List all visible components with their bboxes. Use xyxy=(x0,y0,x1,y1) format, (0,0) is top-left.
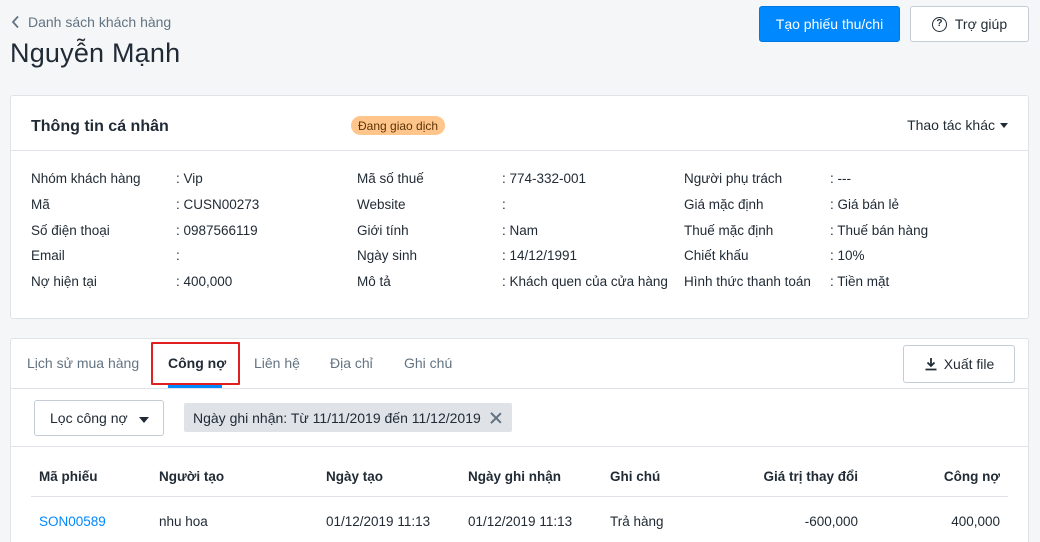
debt-table: Mã phiếu Người tạo Ngày tạo Ngày ghi nhậ… xyxy=(31,447,1008,542)
info-value: : 400,000 xyxy=(176,274,233,290)
table-cell: 01/12/2019 11:13 xyxy=(468,514,573,529)
table-cell: Trả hàng xyxy=(610,514,664,529)
customer-detail-tabs-card: Lịch sử mua hàng Công nợ Liên hệ Địa chỉ… xyxy=(10,338,1029,542)
info-row: Email: xyxy=(31,248,259,274)
info-label: Người phụ trách xyxy=(684,171,783,186)
info-value: : Khách quen của cửa hàng xyxy=(502,274,668,290)
info-value: : Tiền mặt xyxy=(830,274,890,290)
back-link-label: Danh sách khách hàng xyxy=(28,14,172,30)
back-link[interactable]: Danh sách khách hàng xyxy=(10,14,171,30)
more-actions-dropdown[interactable]: Thao tác khác xyxy=(907,117,1008,133)
date-filter-chip: Ngày ghi nhận: Từ 11/11/2019 đến 11/12/2… xyxy=(184,403,512,432)
status-badge: Đang giao dịch xyxy=(351,116,446,135)
info-row: Nhóm khách hàng : Vip xyxy=(31,171,259,197)
info-row: Nợ hiện tại : 400,000 xyxy=(31,274,259,300)
info-row: Mô tả : Khách quen của cửa hàng xyxy=(357,274,668,300)
info-value: : 0987566119 xyxy=(176,222,258,238)
info-row: Giá mặc định : Giá bán lẻ xyxy=(684,197,928,223)
info-label: Số điện thoại xyxy=(31,222,110,238)
info-row: Thuế mặc định : Thuế bán hàng xyxy=(684,223,928,249)
help-button-label: Trợ giúp xyxy=(954,16,1008,32)
more-actions-label: Thao tác khác xyxy=(907,117,995,133)
info-row: Mã số thuế : 774-332-001 xyxy=(357,171,668,197)
info-label: Hình thức thanh toán xyxy=(684,274,811,290)
info-column-3: Người phụ trách : --- Giá mặc định : Giá b… xyxy=(684,171,928,300)
info-value: : Thuế bán hàng xyxy=(830,222,929,238)
info-value: : xyxy=(502,196,506,212)
info-row: Giới tính : Nam xyxy=(357,223,668,249)
caret-down-icon xyxy=(1000,123,1008,128)
info-label: Chiết khấu xyxy=(684,248,749,264)
personal-info-title: Thông tin cá nhân xyxy=(31,118,169,135)
info-label: Mã số thuế xyxy=(357,171,424,186)
create-receipt-button[interactable]: Tạo phiếu thu/chi xyxy=(759,6,900,42)
info-value: : Nam xyxy=(502,222,539,238)
info-label: Giá mặc định xyxy=(684,196,764,212)
info-label: Mô tả xyxy=(357,274,391,290)
table-cell: -600,000 xyxy=(804,514,858,529)
info-value: : 774-332-001 xyxy=(502,171,587,186)
filter-bar: Lọc công nợ Ngày ghi nhận: Từ 11/11/2019… xyxy=(11,389,1028,447)
column-header: Giá trị thay đổi xyxy=(763,469,858,484)
info-row: Mã : CUSN00273 xyxy=(31,197,259,223)
column-header: Công nợ xyxy=(943,469,1000,484)
export-file-label: Xuất file xyxy=(943,356,995,372)
info-label: Ngày sinh xyxy=(357,248,418,264)
info-label: Thuế mặc định xyxy=(684,222,774,238)
info-label: Nợ hiện tại xyxy=(31,274,97,290)
debt-filter-label: Lọc công nợ xyxy=(50,410,128,426)
voucher-code-link[interactable]: SON00589 xyxy=(39,514,106,529)
active-tab-underline xyxy=(168,385,222,388)
info-row: Ngày sinh : 14/12/1991 xyxy=(357,248,668,274)
tab-contacts[interactable]: Liên hệ xyxy=(254,355,300,371)
info-column-2: Mã số thuế : 774-332-001 Website: Giới tí… xyxy=(357,171,668,300)
info-value: : --- xyxy=(830,171,851,186)
table-cell: nhu hoa xyxy=(159,514,208,529)
export-file-button[interactable]: Xuất file xyxy=(903,345,1015,383)
info-value: : xyxy=(176,248,180,264)
column-header: Ngày tạo xyxy=(326,469,384,484)
info-value: : CUSN00273 xyxy=(176,196,260,212)
column-header: Người tạo xyxy=(159,469,225,484)
info-label: Website xyxy=(357,196,406,212)
tab-debt[interactable]: Công nợ xyxy=(168,355,226,371)
chevron-left-icon xyxy=(11,15,19,29)
table-header: Mã phiếu Người tạo Ngày tạo Ngày ghi nhậ… xyxy=(31,447,1008,497)
tab-notes[interactable]: Ghi chú xyxy=(404,355,452,371)
table-cell: 400,000 xyxy=(951,514,1000,529)
info-row: Hình thức thanh toán : Tiền mặt xyxy=(684,274,928,300)
info-label: Mã xyxy=(31,196,50,212)
date-filter-chip-label: Ngày ghi nhận: Từ 11/11/2019 đến 11/12/2… xyxy=(193,409,481,426)
column-header: Ghi chú xyxy=(610,469,661,484)
info-row: Chiết khấu : 10% xyxy=(684,248,928,274)
caret-down-icon xyxy=(139,417,149,423)
info-row: Website: xyxy=(357,197,668,223)
info-row: Số điện thoại : 0987566119 xyxy=(31,223,259,249)
tab-addresses[interactable]: Địa chỉ xyxy=(330,355,373,371)
debt-filter-select[interactable]: Lọc công nợ xyxy=(34,400,164,436)
table-row[interactable]: SON00589 nhu hoa 01/12/2019 11:13 01/12/… xyxy=(31,497,1008,542)
personal-info-card: Thông tin cá nhân Đang giao dịch Thao tá… xyxy=(10,95,1029,319)
info-column-1: Nhóm khách hàng : Vip Mã : CUSN00273 Số đi… xyxy=(31,171,259,300)
info-row: Người phụ trách : --- xyxy=(684,171,928,197)
info-value: : 14/12/1991 xyxy=(502,248,578,264)
info-value: : Vip xyxy=(176,171,203,186)
info-label: Giới tính xyxy=(357,222,409,238)
help-button[interactable]: ? Trợ giúp xyxy=(910,6,1029,42)
info-value: : Giá bán lẻ xyxy=(830,196,900,212)
column-header: Ngày ghi nhận xyxy=(468,469,562,484)
question-icon: ? xyxy=(931,16,947,32)
close-icon[interactable] xyxy=(490,412,502,424)
tab-purchase-history[interactable]: Lịch sử mua hàng xyxy=(27,355,139,371)
personal-info-header: Thông tin cá nhân Đang giao dịch Thao tá… xyxy=(11,96,1028,151)
table-cell: 01/12/2019 11:13 xyxy=(326,514,431,529)
download-icon xyxy=(925,358,937,371)
tab-bar: Lịch sử mua hàng Công nợ Liên hệ Địa chỉ… xyxy=(11,339,1028,389)
page-title: Nguyễn Mạnh xyxy=(10,38,181,68)
info-label: Email xyxy=(31,248,65,264)
info-label: Nhóm khách hàng xyxy=(31,171,141,186)
info-value: : 10% xyxy=(830,248,865,264)
column-header: Mã phiếu xyxy=(39,469,98,484)
